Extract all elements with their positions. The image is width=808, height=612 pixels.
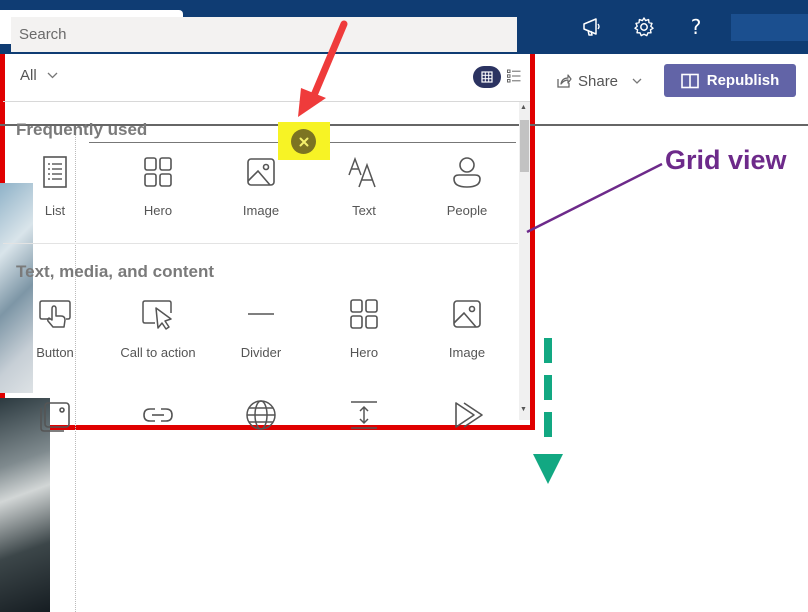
- grid-view-toggle[interactable]: [473, 66, 501, 88]
- filter-value: All: [20, 67, 37, 84]
- web-part-tile[interactable]: Hero: [108, 155, 208, 235]
- web-part-tile[interactable]: Image: [211, 155, 311, 235]
- hero-icon: [144, 157, 172, 187]
- teal-dashed-arrow-icon: [533, 338, 563, 484]
- web-part-tile[interactable]: [5, 398, 105, 478]
- tile-label: List: [44, 203, 66, 218]
- megaphone-icon[interactable]: [579, 14, 605, 40]
- image-icon: [247, 158, 275, 186]
- image-icon: [453, 300, 481, 328]
- tile-label: Text: [352, 203, 376, 218]
- gear-icon[interactable]: [631, 14, 657, 40]
- link-icon: [143, 408, 173, 422]
- tile-label: Button: [36, 345, 74, 360]
- scroll-up-arrow-icon[interactable]: ▲: [520, 104, 527, 111]
- grid-icon: [481, 71, 493, 83]
- section-divider: [3, 243, 518, 244]
- tile-label: Divider: [240, 345, 282, 360]
- call-to-action-icon: [142, 300, 172, 330]
- scroll-down-arrow-icon[interactable]: ▼: [520, 406, 527, 413]
- globe-icon: [246, 400, 276, 430]
- chevron-down-icon: [632, 78, 642, 84]
- web-part-tile[interactable]: Hero: [314, 297, 414, 377]
- profile-area[interactable]: [731, 14, 808, 41]
- web-part-tile[interactable]: [314, 398, 414, 478]
- tile-label: People: [446, 203, 488, 218]
- close-toolbox-button[interactable]: [291, 129, 316, 154]
- chevron-down-icon: [47, 72, 58, 79]
- hero-icon: [350, 299, 378, 329]
- button-icon: [39, 300, 71, 328]
- image-gallery-icon: [40, 402, 70, 432]
- people-icon: [453, 157, 481, 188]
- section-title: Frequently used: [16, 120, 148, 139]
- help-icon[interactable]: ?: [683, 14, 709, 40]
- text-icon: [348, 156, 376, 188]
- web-part-toolbox: All Frequently used List Hero Image Text…: [0, 0, 535, 478]
- share-button[interactable]: Share: [556, 68, 642, 94]
- section-title: Text, media, and content: [16, 262, 215, 281]
- web-part-tile[interactable]: [108, 398, 208, 478]
- toolbox-search-input[interactable]: [11, 17, 517, 52]
- web-part-tile[interactable]: Divider: [211, 297, 311, 377]
- close-icon: [299, 137, 308, 146]
- list-view-toggle[interactable]: [507, 69, 521, 83]
- category-filter-dropdown[interactable]: All: [20, 67, 58, 84]
- purple-pointer-icon: [526, 162, 663, 234]
- stream-icon: [455, 402, 483, 428]
- share-label: Share: [578, 72, 619, 90]
- share-icon: [557, 74, 572, 88]
- republish-label: Republish: [706, 72, 780, 89]
- tile-label: Hero: [349, 345, 379, 360]
- web-part-tile[interactable]: Button: [5, 297, 105, 377]
- web-part-tile[interactable]: List: [5, 155, 105, 235]
- annotation-label: Grid view: [665, 145, 787, 175]
- spacer-icon: [351, 401, 377, 429]
- tile-label: Call to action: [120, 345, 196, 360]
- tile-label: Image: [448, 345, 486, 360]
- section-insert-line: [318, 142, 516, 143]
- divider: [3, 101, 530, 102]
- web-part-tile[interactable]: [211, 398, 311, 478]
- list-icon: [43, 156, 67, 188]
- web-part-tile[interactable]: People: [417, 155, 517, 235]
- republish-button[interactable]: Republish: [664, 64, 796, 97]
- section-insert-line: [89, 142, 289, 143]
- tile-label: Hero: [143, 203, 173, 218]
- scrollbar-thumb[interactable]: [520, 120, 529, 172]
- web-part-tile[interactable]: Call to action: [108, 297, 208, 377]
- tile-label: Image: [242, 203, 280, 218]
- book-icon: [680, 73, 699, 88]
- divider-icon: [248, 313, 274, 315]
- web-part-tile[interactable]: Text: [314, 155, 414, 235]
- web-part-tile[interactable]: Image: [417, 297, 517, 377]
- web-part-tile[interactable]: [417, 398, 517, 478]
